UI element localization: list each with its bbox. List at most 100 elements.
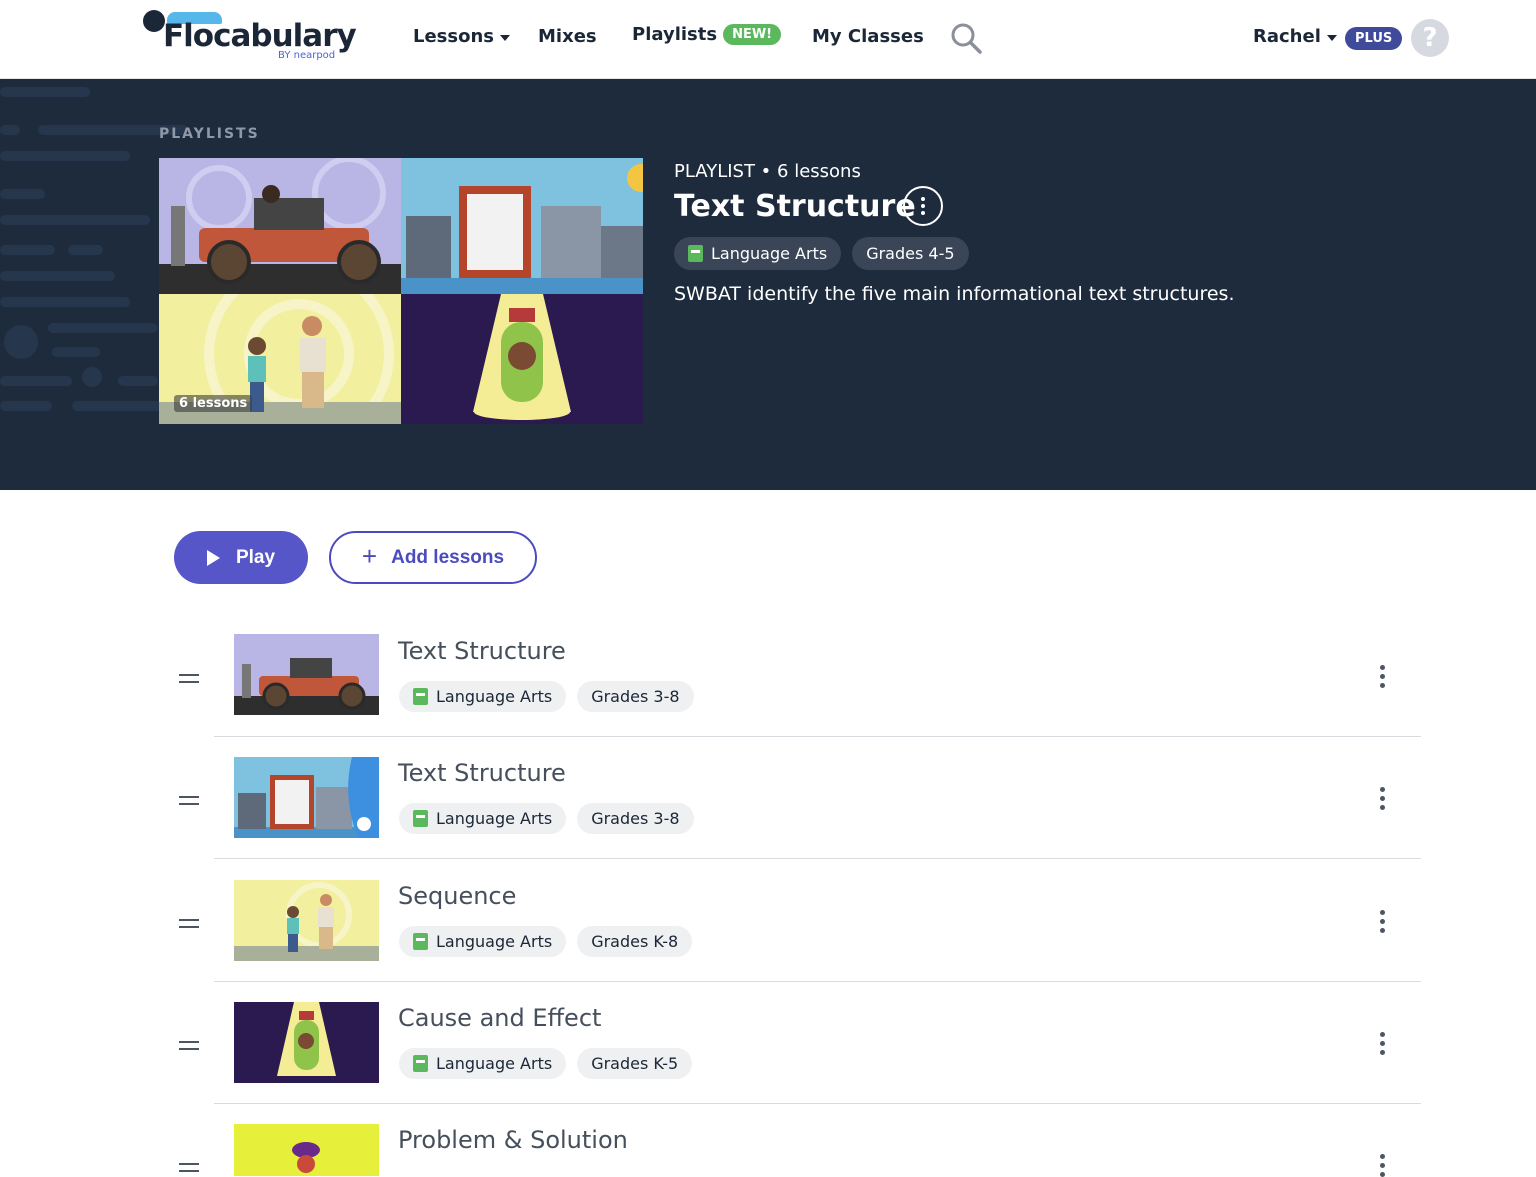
decor [52,347,100,357]
nav-mixes-label: Mixes [538,26,597,47]
playlist-options-button[interactable] [903,186,943,226]
lesson-row[interactable]: Problem & Solution [174,1104,1421,1177]
decor [4,325,38,359]
lesson-thumbnail[interactable] [234,1002,379,1083]
nav-playlists[interactable]: Playlists NEW! [632,24,782,45]
subject-tag[interactable]: Language Arts [674,237,842,270]
subject-tag[interactable]: Language Arts [399,681,567,712]
lesson-tags: Language Arts Grades K-5 [399,1048,693,1079]
playlist-title: Text Structure [674,189,916,224]
cover-tile-book [401,158,643,294]
nav-lessons-label: Lessons [413,26,494,47]
playlist-meta: PLAYLIST • 6 lessons [674,161,861,182]
drag-handle-icon[interactable] [179,1041,199,1050]
subject-tag[interactable]: Language Arts [399,926,567,957]
more-vertical-icon [921,197,925,215]
divider [214,858,1421,859]
chevron-down-icon [500,34,510,41]
plus-badge: PLUS [1345,27,1403,50]
help-icon[interactable]: ? [1411,19,1449,57]
playlist-tags: Language Arts Grades 4-5 [674,237,969,270]
lesson-title[interactable]: Problem & Solution [398,1126,628,1154]
lesson-row[interactable]: Cause and Effect Language Arts Grades K-… [174,982,1421,1104]
new-badge: NEW! [723,24,782,45]
book-icon [688,245,703,262]
subject-tag[interactable]: Language Arts [399,803,567,834]
lesson-thumbnail[interactable] [234,634,379,715]
play-icon [206,549,220,566]
user-name: Rachel [1253,26,1321,47]
subject-tag-label: Language Arts [436,809,553,828]
grade-tag[interactable]: Grades 3-8 [577,681,694,712]
decor [0,376,72,386]
lesson-title[interactable]: Cause and Effect [398,1004,601,1032]
lesson-row[interactable]: Sequence Language Arts Grades K-8 [174,860,1421,982]
lesson-tags: Language Arts Grades 3-8 [399,803,694,834]
lesson-title[interactable]: Sequence [398,882,516,910]
grade-tag-label: Grades 3-8 [591,687,680,706]
more-vertical-icon[interactable] [1380,787,1385,810]
subject-tag[interactable]: Language Arts [399,1048,567,1079]
drag-handle-icon[interactable] [179,674,199,683]
playlist-hero: PLAYLISTS 6 lessons PLAYLIST • 6 lessons… [0,79,1536,490]
lessons-count-overlay: 6 lessons [174,395,253,412]
decor [0,189,45,199]
lesson-row[interactable]: Text Structure Language Arts Grades 3-8 [174,737,1421,859]
lesson-thumbnail[interactable] [234,757,379,838]
subject-tag-label: Language Arts [436,932,553,951]
play-button[interactable]: Play [174,531,308,584]
decor [68,245,103,255]
grade-tag-label: Grades 3-8 [591,809,680,828]
drag-handle-icon[interactable] [179,796,199,805]
add-lessons-label: Add lessons [391,546,505,568]
grade-tag-label: Grades 4-5 [866,244,955,263]
cover-tile-car [159,158,401,294]
grade-tag[interactable]: Grades K-8 [577,926,693,957]
more-vertical-icon[interactable] [1380,1032,1385,1055]
drag-handle-icon[interactable] [179,919,199,928]
breadcrumb[interactable]: PLAYLISTS [159,126,260,142]
grade-tag[interactable]: Grades 4-5 [852,237,969,270]
grade-tag-label: Grades K-8 [591,932,679,951]
decor [72,401,162,411]
more-vertical-icon[interactable] [1380,910,1385,933]
subject-tag-label: Language Arts [436,687,553,706]
nav-my-classes[interactable]: My Classes [812,26,924,47]
more-vertical-icon[interactable] [1380,665,1385,688]
lesson-tags: Language Arts Grades K-8 [399,926,693,957]
brand-sub: BY nearpod [278,50,336,61]
add-lessons-button[interactable]: + Add lessons [329,531,537,584]
play-label: Play [235,546,276,568]
lesson-thumbnail[interactable] [234,1124,379,1176]
playlist-cover-collage[interactable] [159,158,643,424]
cover-tile-spotlight [401,294,643,424]
lesson-title[interactable]: Text Structure [398,759,566,787]
lesson-tags: Language Arts Grades 3-8 [399,681,694,712]
more-vertical-icon[interactable] [1380,1154,1385,1177]
decor [0,151,130,161]
decor [82,367,102,387]
user-menu[interactable]: Rachel [1253,26,1337,47]
search-icon[interactable] [950,22,982,54]
decor [0,125,20,135]
lesson-row[interactable]: Text Structure Language Arts Grades 3-8 [174,615,1421,737]
lesson-title[interactable]: Text Structure [398,637,566,665]
book-icon [413,688,428,705]
decor [118,376,158,386]
lesson-thumbnail[interactable] [234,880,379,961]
nav-lessons[interactable]: Lessons [413,26,510,47]
flocabulary-logo[interactable]: Flocabulary BY nearpod [143,10,365,64]
playlist-description: SWBAT identify the five main information… [674,283,1235,305]
drag-handle-icon[interactable] [179,1163,199,1172]
decor [0,215,150,225]
decor [0,401,52,411]
decor [0,245,55,255]
decor [48,323,158,333]
grade-tag[interactable]: Grades 3-8 [577,803,694,834]
brand-name: Flocabulary [163,18,357,54]
nav-mixes[interactable]: Mixes [538,26,597,47]
book-icon [413,933,428,950]
subject-tag-label: Language Arts [436,1054,553,1073]
grade-tag[interactable]: Grades K-5 [577,1048,693,1079]
subject-tag-label: Language Arts [711,244,828,263]
